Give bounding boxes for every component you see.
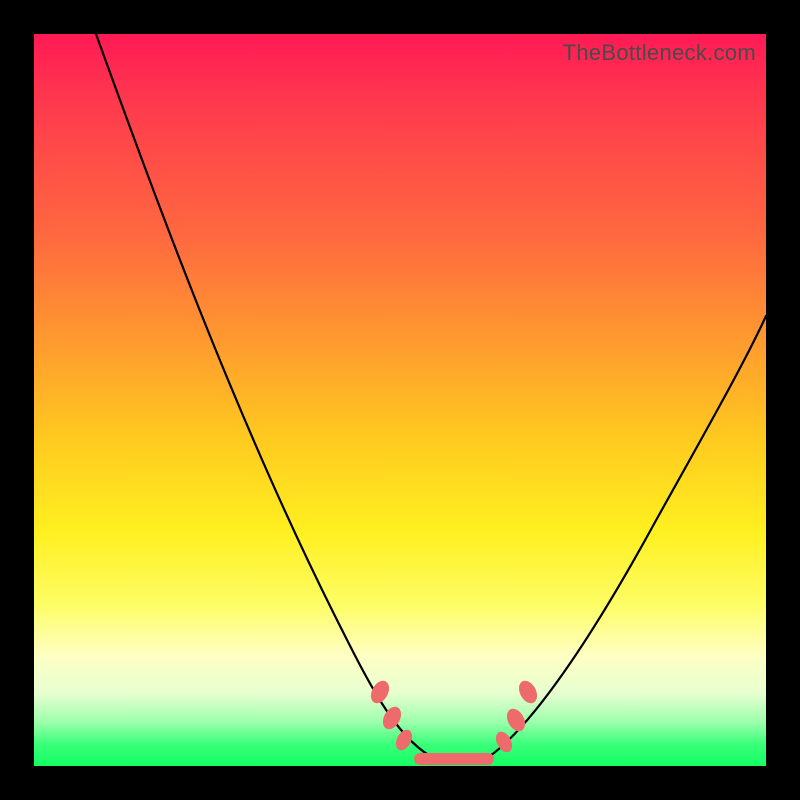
marker-dot xyxy=(393,727,416,753)
marker-dot xyxy=(515,678,540,707)
curve-left-branch xyxy=(96,34,430,756)
plot-area: TheBottleneck.com xyxy=(34,34,766,766)
marker-dot xyxy=(503,706,528,735)
marker-flat-bar xyxy=(414,753,494,765)
marker-dot xyxy=(379,704,404,733)
curve-layer xyxy=(34,34,766,766)
chart-frame: TheBottleneck.com xyxy=(0,0,800,800)
marker-dot xyxy=(367,678,392,707)
